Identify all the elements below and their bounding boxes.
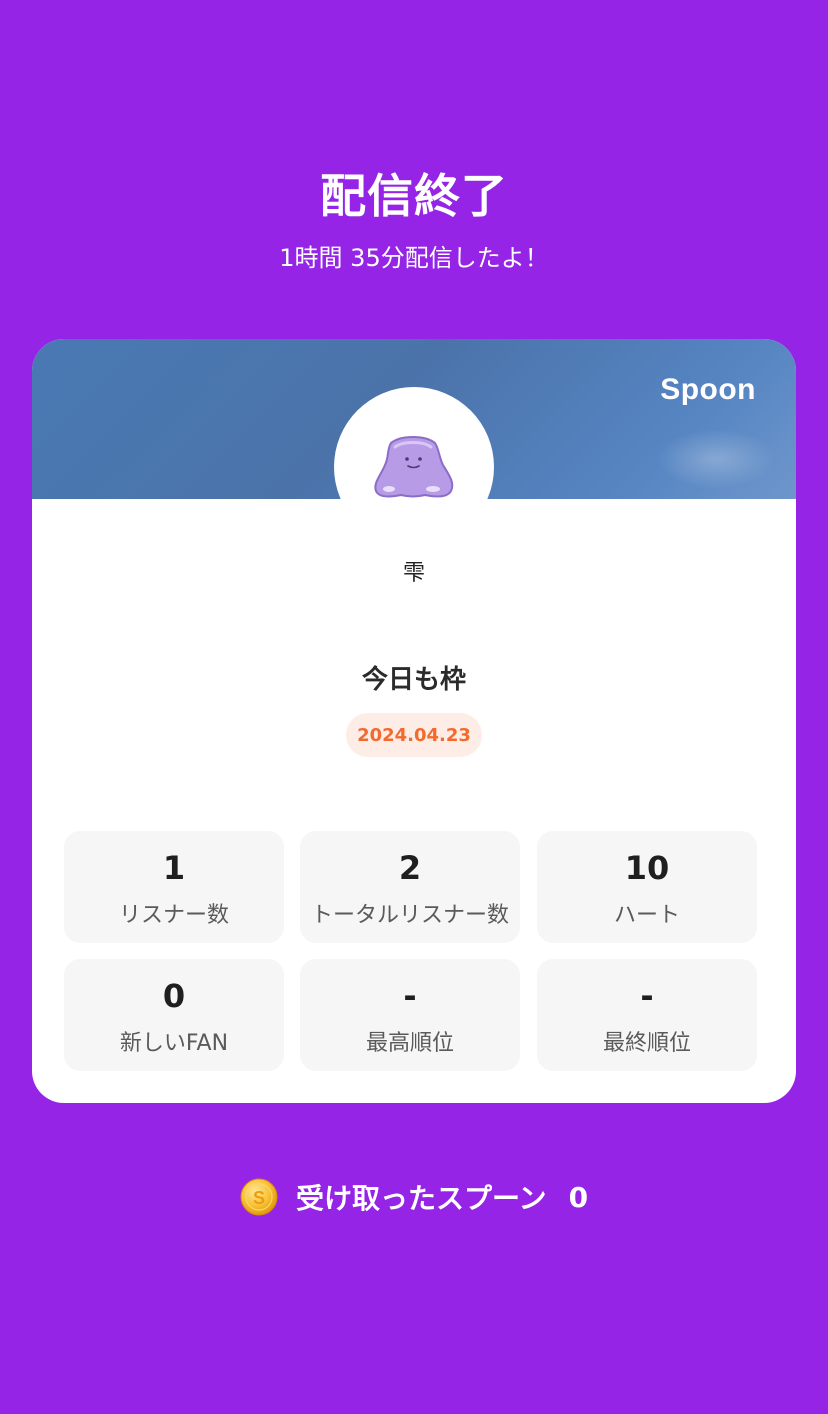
stat-value: 10 [624, 849, 670, 887]
stat-value: - [403, 977, 417, 1015]
stat-highest-rank: - 最高順位 [300, 959, 520, 1071]
spoon-received: S 受け取ったスプーン 0 [0, 1174, 828, 1220]
spoon-logo: Spoon [660, 373, 756, 406]
username: 雫 [402, 561, 425, 586]
stat-new-fans: 0 新しいFAN [64, 959, 284, 1071]
spoon-received-label: 受け取ったスプーン [295, 1182, 547, 1215]
banner-cloud [656, 429, 776, 489]
page-title: 配信終了 [320, 169, 508, 223]
stat-value: 2 [398, 849, 422, 887]
stat-value: - [640, 977, 654, 1015]
stat-label: リスナー数 [118, 903, 229, 928]
stat-hearts: 10 ハート [537, 831, 757, 943]
slime-character-icon [374, 436, 454, 498]
avatar[interactable] [334, 387, 494, 547]
spoon-coin-icon: S [240, 1178, 278, 1216]
stat-label: 最終順位 [602, 1031, 691, 1056]
svg-text:S: S [253, 1188, 265, 1208]
stat-label: トータルリスナー数 [310, 903, 509, 928]
stat-value: 1 [162, 849, 186, 887]
stream-title: 今日も枠 [361, 665, 466, 695]
stat-label: 新しいFAN [119, 1031, 229, 1056]
spoon-received-count: 0 [568, 1180, 589, 1214]
date-badge: 2024.04.23 [346, 713, 482, 757]
stat-value: 0 [162, 977, 186, 1015]
stat-listeners: 1 リスナー数 [64, 831, 284, 943]
stat-final-rank: - 最終順位 [537, 959, 757, 1071]
stream-summary-card: Spoon 雫 今日も枠 2024.04.23 1 リスナー数 2 トータルリス… [32, 339, 796, 1103]
stat-label: ハート [613, 903, 680, 928]
stream-duration: 1時間 35分配信したよ！ [279, 244, 549, 272]
stat-total-listeners: 2 トータルリスナー数 [300, 831, 520, 943]
stat-label: 最高順位 [365, 1031, 454, 1056]
